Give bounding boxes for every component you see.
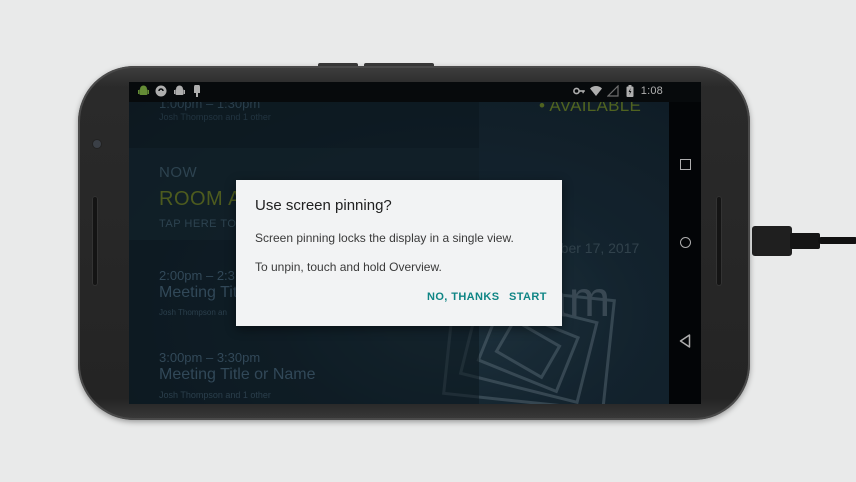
usb-plug [752,226,792,256]
dialog-message-line1: Screen pinning locks the display in a si… [255,231,514,245]
right-speaker-grille [716,196,722,286]
no-thanks-button[interactable]: NO, THANKS [427,289,499,305]
dialog-message-line2: To unpin, touch and hold Overview. [255,260,442,274]
front-camera [93,140,101,148]
screen-pinning-dialog: Use screen pinning? Screen pinning locks… [236,180,562,326]
start-button[interactable]: START [509,289,547,305]
left-speaker-grille [92,196,98,286]
phone-screen: 1:00pm – 1:30pm Josh Thompson and 1 othe… [129,82,701,404]
dialog-title: Use screen pinning? [255,197,392,214]
usb-wire [818,237,856,244]
usb-plug-neck [790,233,820,249]
usb-cable [752,226,856,256]
